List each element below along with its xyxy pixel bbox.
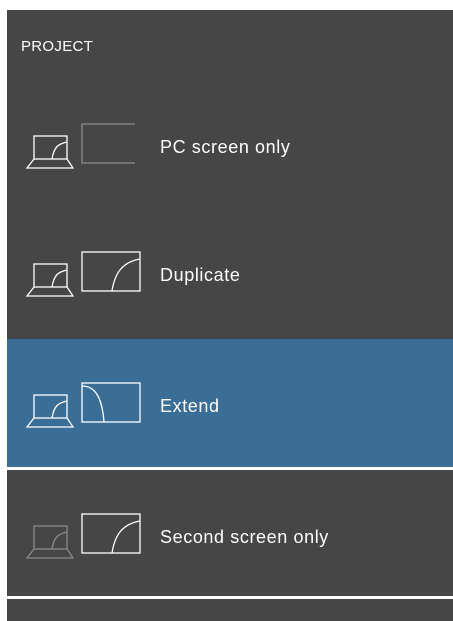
option-pc-screen-only[interactable]: PC screen only (7, 80, 453, 208)
option-label: Second screen only (160, 527, 329, 547)
option-label: Duplicate (160, 265, 241, 285)
pc-screen-only-icon (25, 123, 135, 169)
option-label: Extend (160, 396, 220, 416)
duplicate-icon (25, 251, 141, 297)
panel-title: PROJECT (21, 38, 94, 55)
divider (7, 596, 453, 599)
second-screen-only-icon (25, 513, 141, 559)
project-panel: PROJECT PC screen only Duplicate Extend … (7, 10, 453, 621)
option-second-screen-only[interactable]: Second screen only (7, 470, 453, 598)
option-label: PC screen only (160, 137, 291, 157)
option-duplicate[interactable]: Duplicate (7, 208, 453, 336)
extend-icon (25, 382, 141, 428)
option-extend[interactable]: Extend (7, 339, 453, 467)
